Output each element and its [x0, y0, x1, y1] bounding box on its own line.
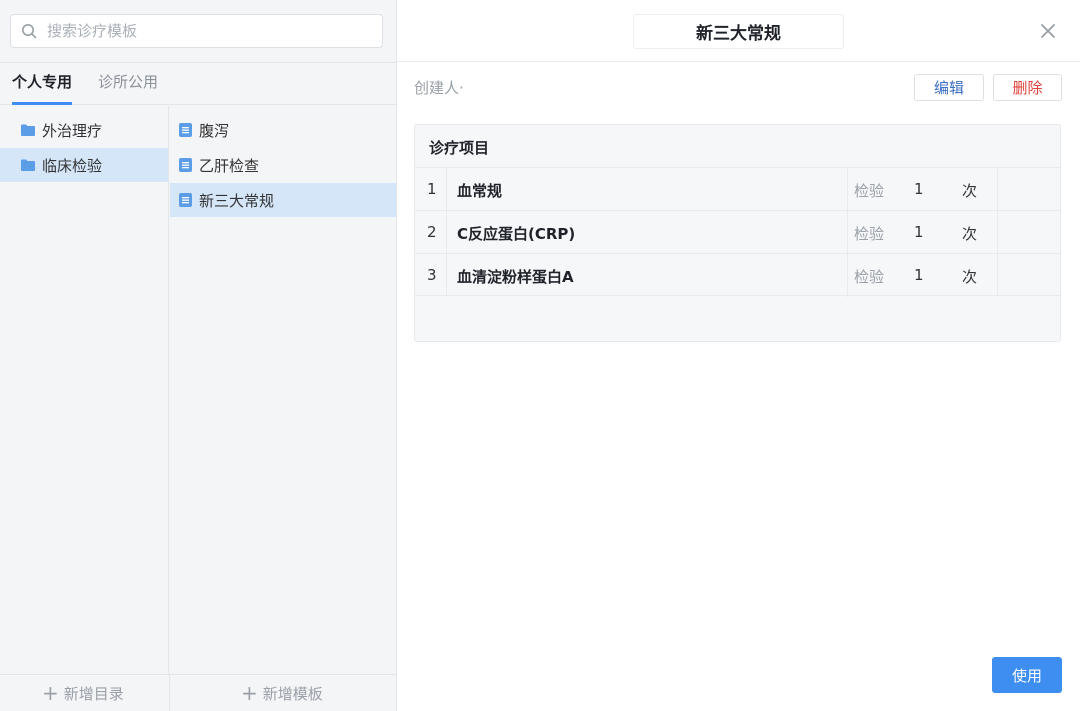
column-divider [446, 168, 447, 211]
item-category: 检验 [854, 182, 885, 200]
template-item-diarrhea[interactable]: 腹泻 [170, 113, 396, 147]
item-category: 检验 [854, 225, 885, 243]
folder-item-label: 外治理疗 [42, 121, 103, 140]
sidebar-footer: + 新增目录 + 新增模板 [0, 674, 396, 711]
table-row[interactable]: 2 C反应蛋白(CRP) 检验 1 次 [415, 210, 1060, 254]
column-divider [446, 211, 447, 254]
template-item-label: 乙肝检查 [199, 156, 260, 175]
folder-item-external-therapy[interactable]: 外治理疗 [0, 113, 168, 147]
table-row[interactable]: 3 血清淀粉样蛋白A 检验 1 次 [415, 253, 1060, 297]
template-item-hepatitis-b[interactable]: 乙肝检查 [170, 148, 396, 182]
template-item-label: 腹泻 [199, 121, 230, 140]
detail-header: 新三大常规 [397, 0, 1080, 62]
row-index: 3 [427, 266, 437, 284]
add-template-button[interactable]: + 新增模板 [241, 675, 323, 711]
add-folder-label: 新增目录 [63, 684, 124, 703]
search-input[interactable] [47, 22, 347, 40]
item-quantity: 1 [914, 180, 924, 198]
close-icon[interactable] [1039, 22, 1057, 40]
column-divider [997, 168, 998, 211]
item-name: 血常规 [457, 182, 503, 200]
document-icon [179, 193, 192, 207]
table-row[interactable]: 1 血常规 检验 1 次 [415, 167, 1060, 211]
edit-button[interactable]: 编辑 [914, 74, 984, 101]
template-title: 新三大常规 [633, 14, 844, 49]
column-divider [997, 211, 998, 254]
search-icon [22, 24, 37, 39]
template-item-new-three-routine[interactable]: 新三大常规 [170, 183, 396, 217]
item-unit: 次 [962, 225, 978, 243]
tab-personal[interactable]: 个人专用 [12, 71, 73, 105]
folder-icon [21, 159, 35, 171]
delete-button[interactable]: 删除 [993, 74, 1062, 101]
plus-icon: + [241, 681, 258, 705]
folder-item-label: 临床检验 [42, 156, 103, 175]
item-quantity: 1 [914, 223, 924, 241]
column-divider [446, 254, 447, 297]
row-index: 1 [427, 180, 437, 198]
item-name: C反应蛋白(CRP) [457, 225, 576, 243]
treatment-items-panel: 诊疗项目 1 血常规 检验 1 次 2 C反应蛋白(CRP) 检验 1 次 3 … [414, 124, 1061, 342]
template-list: 腹泻 乙肝检查 新三大常规 [170, 106, 396, 674]
item-category: 检验 [854, 268, 885, 286]
item-unit: 次 [962, 268, 978, 286]
add-template-label: 新增模板 [262, 684, 323, 703]
add-folder-button[interactable]: + 新增目录 [42, 675, 124, 711]
footer-divider [169, 675, 170, 711]
document-icon [179, 158, 192, 172]
creator-label: 创建人· [414, 79, 464, 97]
column-divider [997, 254, 998, 297]
folder-list: 外治理疗 临床检验 [0, 106, 169, 674]
section-title: 诊疗项目 [429, 139, 490, 157]
tab-clinic-public[interactable]: 诊所公用 [98, 71, 158, 105]
column-divider [847, 211, 848, 254]
tab-bar: 个人专用 诊所公用 [0, 62, 396, 105]
template-sidebar: 个人专用 诊所公用 外治理疗 临床检验 腹泻 [0, 0, 397, 711]
template-item-label: 新三大常规 [199, 191, 275, 210]
row-index: 2 [427, 223, 437, 241]
item-unit: 次 [962, 182, 978, 200]
item-quantity: 1 [914, 266, 924, 284]
item-name: 血清淀粉样蛋白A [457, 268, 574, 286]
plus-icon: + [42, 681, 59, 705]
folder-icon [21, 124, 35, 136]
column-divider [847, 168, 848, 211]
column-divider [847, 254, 848, 297]
document-icon [179, 123, 192, 137]
template-detail: 新三大常规 创建人· 编辑 删除 诊疗项目 1 血常规 检验 1 次 2 C反应… [397, 0, 1080, 711]
search-box[interactable] [10, 14, 383, 48]
folder-item-clinical-lab[interactable]: 临床检验 [0, 148, 168, 182]
use-button[interactable]: 使用 [992, 657, 1062, 693]
